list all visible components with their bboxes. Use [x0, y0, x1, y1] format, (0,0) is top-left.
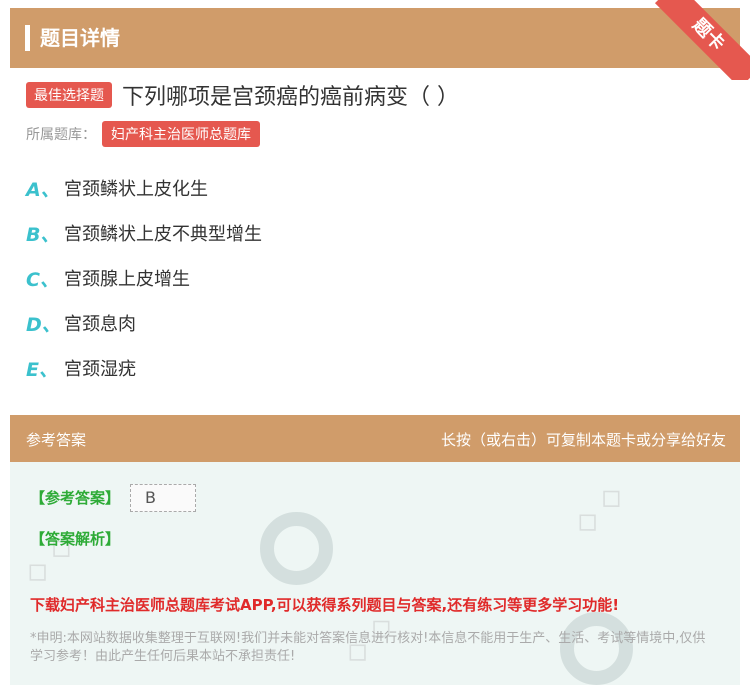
option-text: 宫颈鳞状上皮不典型增生	[64, 224, 262, 245]
option-letter: E、	[26, 358, 58, 381]
option-c[interactable]: C、 宫颈腺上皮增生	[26, 264, 190, 292]
option-letter: B、	[26, 223, 60, 246]
answer-section-label: 参考答案	[26, 431, 87, 449]
title-marker	[25, 25, 30, 51]
option-letter: A、	[26, 178, 60, 201]
question-line: 最佳选择题 下列哪项是宫颈癌的癌前病变（ ）	[26, 80, 459, 110]
library-label: 所属题库：	[26, 127, 96, 143]
disclaimer: *申明:本网站数据收集整理于互联网!我们并未能对答案信息进行核对!本信息不能用于…	[30, 631, 706, 664]
ribbon-corner: 题卡	[650, 0, 750, 80]
library-line: 所属题库： 妇产科主治医师总题库	[26, 121, 260, 147]
ribbon-label: 题卡	[654, 0, 750, 80]
watermark-icon: ◇ ◇	[565, 477, 631, 542]
question-text: 下列哪项是宫颈癌的癌前病变（ ）	[122, 85, 459, 110]
answer-body: ◇ ◇ ◇ ◇ ◇ ◇ 【参考答案】 B 【答案解析】 下载妇产科主治医师总题库…	[10, 462, 740, 685]
option-e[interactable]: E、 宫颈湿疣	[26, 354, 136, 382]
answer-key-value: B	[130, 484, 196, 512]
option-letter: D、	[26, 313, 61, 336]
option-letter: C、	[26, 268, 59, 291]
option-text: 宫颈息肉	[64, 314, 136, 335]
question-type-badge: 最佳选择题	[26, 82, 112, 108]
question-card: 题目详情 最佳选择题 下列哪项是宫颈癌的癌前病变（ ） 所属题库： 妇产科主治医…	[10, 0, 740, 685]
option-d[interactable]: D、 宫颈息肉	[26, 309, 136, 337]
library-link[interactable]: 妇产科主治医师总题库	[102, 121, 260, 147]
option-text: 宫颈腺上皮增生	[64, 269, 190, 290]
app-promo-link[interactable]: 下载妇产科主治医师总题库考试APP,可以获得系列题目与答案,还有练习等更多学习功…	[30, 594, 619, 615]
option-b[interactable]: B、 宫颈鳞状上皮不典型增生	[26, 219, 262, 247]
option-text: 宫颈鳞状上皮化生	[64, 179, 208, 200]
share-tip: 长按（或右击）可复制本题卡或分享给好友	[440, 431, 726, 449]
page-title: 题目详情	[40, 26, 120, 50]
answer-key-label: 【参考答案】	[30, 489, 121, 507]
analysis-label: 【答案解析】	[30, 530, 121, 548]
option-text: 宫颈湿疣	[64, 359, 136, 380]
answer-header: 参考答案 长按（或右击）可复制本题卡或分享给好友	[10, 415, 740, 462]
watermark-logo-icon	[260, 512, 333, 585]
option-a[interactable]: A、 宫颈鳞状上皮化生	[26, 174, 208, 202]
title-bar: 题目详情	[10, 8, 740, 68]
